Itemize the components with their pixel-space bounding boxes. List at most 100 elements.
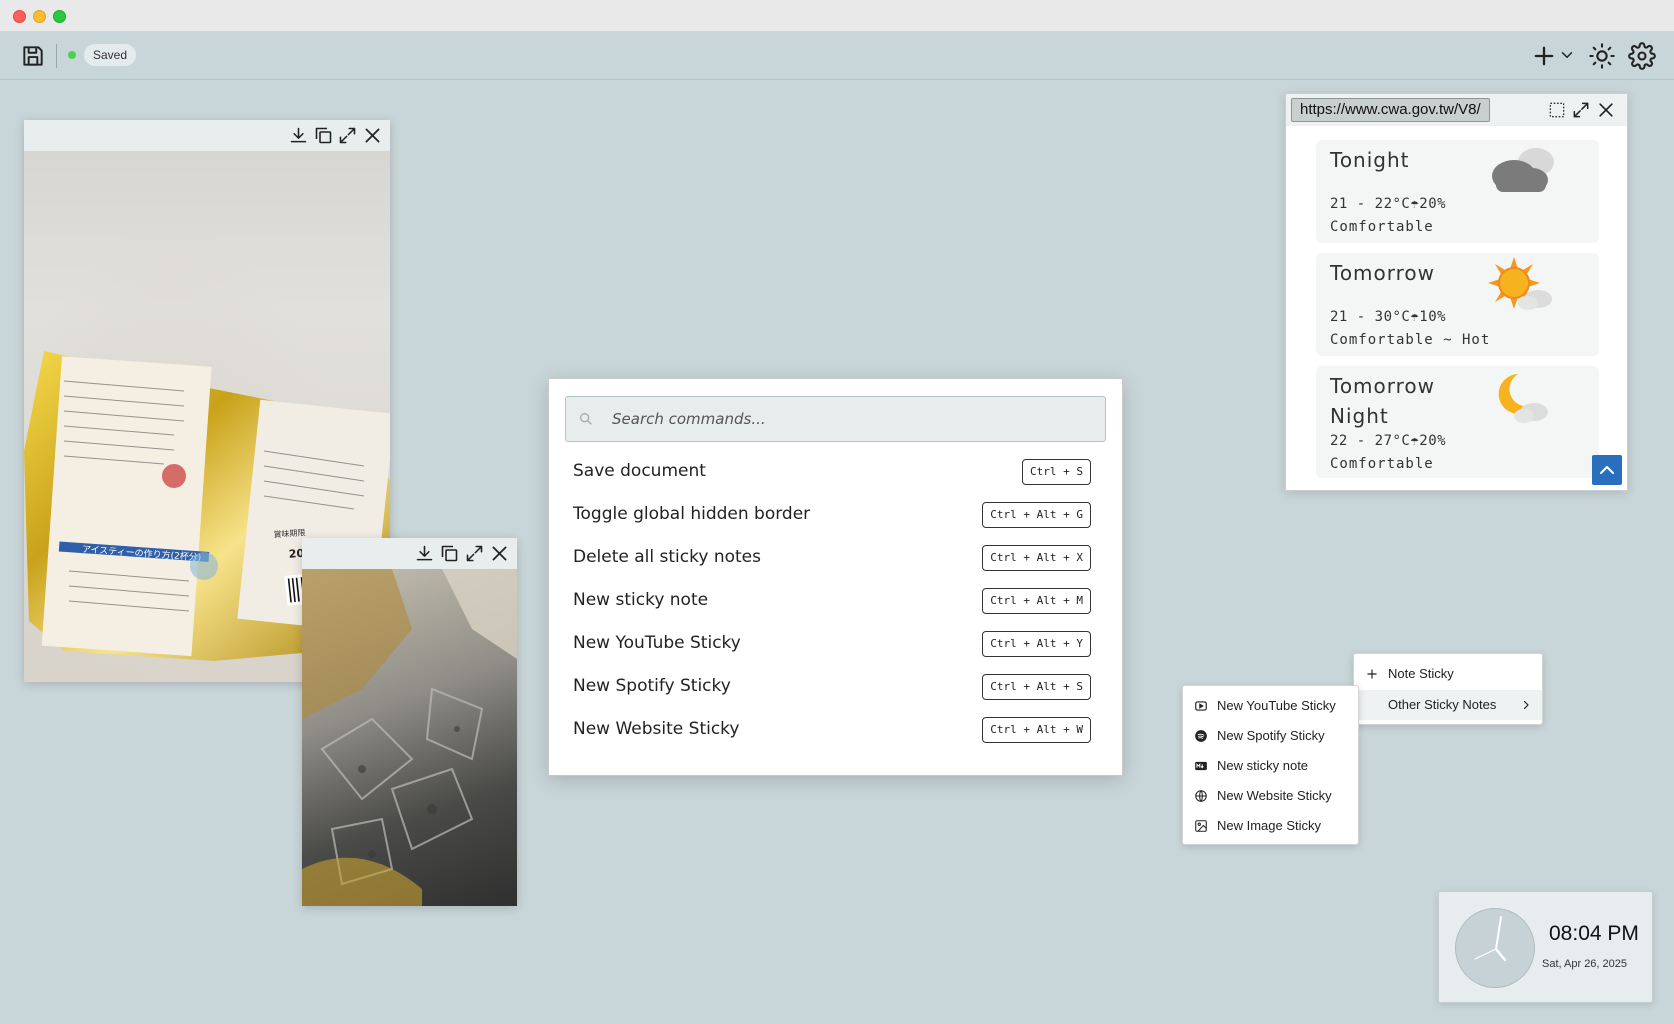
submenu-item-spotify[interactable]: New Spotify Sticky bbox=[1183, 721, 1358, 751]
forecast-title-line2: Night bbox=[1330, 404, 1389, 428]
cloud-icon bbox=[1492, 148, 1554, 192]
shortcut-badge: Ctrl + S bbox=[1022, 459, 1091, 485]
command-search-box[interactable] bbox=[565, 396, 1106, 442]
clock-widget[interactable]: 08:04 PM Sat, Apr 26, 2025 bbox=[1438, 891, 1653, 1003]
image-icon bbox=[1195, 820, 1207, 832]
plus-icon[interactable] bbox=[1530, 42, 1558, 70]
forecast-card-tomorrow-night: Tomorrow Night 22 - 27°C☂20% Comfortable bbox=[1316, 366, 1599, 478]
command-label: New YouTube Sticky bbox=[573, 633, 741, 653]
floppy-disk-icon[interactable] bbox=[20, 43, 46, 69]
command-label: New sticky note bbox=[573, 590, 709, 610]
moon-cloud-icon bbox=[1498, 374, 1548, 423]
close-window-button[interactable] bbox=[13, 10, 26, 23]
command-label: Delete all sticky notes bbox=[573, 547, 761, 567]
forecast-range: 22 - 27°C☂20% bbox=[1330, 433, 1447, 449]
submenu-item-website[interactable]: New Website Sticky bbox=[1183, 781, 1358, 811]
shortcut-badge: Ctrl + Alt + X bbox=[982, 545, 1091, 571]
forecast-range: 21 - 30°C☂10% bbox=[1330, 309, 1447, 325]
close-icon[interactable] bbox=[1596, 100, 1616, 120]
close-icon[interactable] bbox=[489, 543, 510, 564]
copy-icon[interactable] bbox=[439, 543, 460, 564]
spotify-icon bbox=[1195, 730, 1207, 742]
window-titlebar bbox=[0, 0, 1674, 32]
copy-icon[interactable] bbox=[313, 125, 334, 146]
download-icon[interactable] bbox=[414, 543, 435, 564]
command-search-input[interactable] bbox=[612, 397, 1092, 441]
save-status-badge: Saved bbox=[84, 44, 137, 66]
sun-cloud-icon bbox=[1488, 257, 1552, 310]
command-new-youtube-sticky[interactable]: New YouTube Sticky Ctrl + Alt + Y bbox=[565, 625, 1106, 663]
command-new-spotify-sticky[interactable]: New Spotify Sticky Ctrl + Alt + S bbox=[565, 668, 1106, 706]
close-icon[interactable] bbox=[362, 125, 383, 146]
minimize-window-button[interactable] bbox=[33, 10, 46, 23]
command-delete-all-stickies[interactable]: Delete all sticky notes Ctrl + Alt + X bbox=[565, 539, 1106, 577]
menu-item-label: New Website Sticky bbox=[1217, 788, 1332, 803]
shortcut-badge: Ctrl + Alt + S bbox=[982, 674, 1091, 700]
shortcut-badge: Ctrl + Alt + G bbox=[982, 502, 1091, 528]
download-icon[interactable] bbox=[288, 125, 309, 146]
maximize-window-button[interactable] bbox=[53, 10, 66, 23]
image-sticky-header[interactable] bbox=[24, 120, 390, 151]
menu-item-other-sticky-notes[interactable]: Other Sticky Notes bbox=[1354, 690, 1542, 720]
command-toggle-hidden-border[interactable]: Toggle global hidden border Ctrl + Alt +… bbox=[565, 496, 1106, 534]
command-new-sticky-note[interactable]: New sticky note Ctrl + Alt + M bbox=[565, 582, 1106, 620]
menu-item-label: New Spotify Sticky bbox=[1217, 728, 1325, 743]
tea-bags-photo bbox=[302, 569, 517, 906]
plus-icon bbox=[1367, 669, 1377, 679]
save-status-dot bbox=[68, 51, 76, 59]
search-icon bbox=[580, 413, 592, 425]
submenu-item-image[interactable]: New Image Sticky bbox=[1183, 811, 1358, 841]
command-label: New Website Sticky bbox=[573, 719, 740, 739]
submenu-item-sticky-note[interactable]: New sticky note bbox=[1183, 751, 1358, 781]
forecast-card-tonight: Tonight 21 - 22°C☂20% Comfortable bbox=[1316, 140, 1599, 243]
command-save-document[interactable]: Save document Ctrl + S bbox=[565, 453, 1106, 491]
forecast-card-tomorrow: Tomorrow 21 - 30°C☂10% Comfortable ~ Hot bbox=[1316, 253, 1599, 356]
scroll-to-top-button[interactable] bbox=[1592, 455, 1622, 485]
forecast-title: Tomorrow bbox=[1330, 374, 1436, 398]
menu-item-note-sticky[interactable]: Note Sticky bbox=[1354, 659, 1542, 689]
gear-icon[interactable] bbox=[1628, 42, 1656, 70]
image-sticky-2[interactable] bbox=[302, 538, 517, 906]
shortcut-badge: Ctrl + Alt + M bbox=[982, 588, 1091, 614]
other-sticky-notes-submenu: New YouTube Sticky New Spotify Sticky Ne… bbox=[1182, 685, 1359, 845]
forecast-desc: Comfortable ~ Hot bbox=[1330, 332, 1491, 348]
menu-item-label: Other Sticky Notes bbox=[1388, 697, 1497, 712]
youtube-icon bbox=[1195, 701, 1207, 711]
command-label: Save document bbox=[573, 461, 706, 481]
command-new-website-sticky[interactable]: New Website Sticky Ctrl + Alt + W bbox=[565, 711, 1106, 749]
select-area-icon[interactable] bbox=[1547, 100, 1567, 120]
forecast-title: Tonight bbox=[1330, 148, 1410, 172]
forecast-title: Tomorrow bbox=[1330, 261, 1436, 285]
expand-icon[interactable] bbox=[1571, 100, 1591, 120]
website-sticky-header[interactable]: https://www.cwa.gov.tw/V8/ bbox=[1286, 94, 1627, 126]
menu-item-label: New sticky note bbox=[1217, 758, 1309, 773]
website-url[interactable]: https://www.cwa.gov.tw/V8/ bbox=[1291, 98, 1490, 122]
chevron-down-icon[interactable] bbox=[1558, 46, 1576, 64]
expand-icon[interactable] bbox=[337, 125, 358, 146]
sun-icon[interactable] bbox=[1588, 42, 1616, 70]
chevron-right-icon bbox=[1523, 700, 1529, 710]
menu-item-label: Note Sticky bbox=[1388, 666, 1454, 681]
expand-icon[interactable] bbox=[464, 543, 485, 564]
forecast-desc: Comfortable bbox=[1330, 456, 1434, 472]
submenu-item-youtube[interactable]: New YouTube Sticky bbox=[1183, 691, 1358, 721]
forecast-range: 21 - 22°C☂20% bbox=[1330, 196, 1447, 212]
weather-website-sticky[interactable]: https://www.cwa.gov.tw/V8/ Tonight 21 - … bbox=[1285, 93, 1628, 491]
shortcut-badge: Ctrl + Alt + W bbox=[982, 717, 1091, 743]
command-label: New Spotify Sticky bbox=[573, 676, 731, 696]
forecast-desc: Comfortable bbox=[1330, 219, 1434, 235]
menu-item-label: New YouTube Sticky bbox=[1217, 698, 1336, 713]
app-toolbar: Saved bbox=[0, 32, 1674, 80]
image-sticky-header[interactable] bbox=[302, 538, 517, 569]
command-palette: Save document Ctrl + S Toggle global hid… bbox=[548, 378, 1123, 776]
tea-bags-illustration bbox=[302, 569, 517, 906]
command-label: Toggle global hidden border bbox=[573, 504, 811, 524]
add-sticky-menu: Note Sticky Other Sticky Notes bbox=[1353, 653, 1543, 725]
analog-clock bbox=[1455, 908, 1535, 988]
clock-date: Sat, Apr 26, 2025 bbox=[1542, 958, 1628, 970]
shortcut-badge: Ctrl + Alt + Y bbox=[982, 631, 1091, 657]
markdown-icon bbox=[1195, 761, 1207, 771]
toolbar-divider bbox=[56, 44, 57, 68]
clock-hands bbox=[1474, 916, 1507, 962]
chevron-up-icon bbox=[1600, 466, 1614, 474]
